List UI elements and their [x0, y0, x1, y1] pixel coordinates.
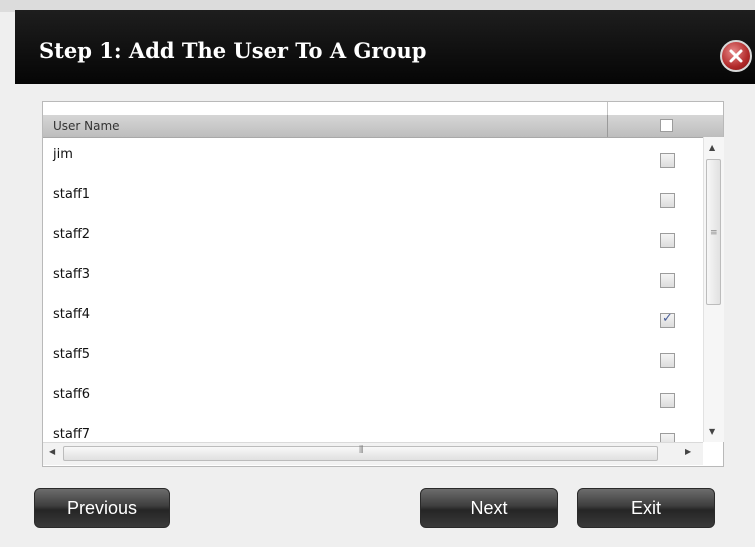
vertical-scrollbar[interactable]: ▲ ≡ ▼ [703, 137, 724, 442]
table-row[interactable]: staff3 [43, 267, 698, 307]
table-row[interactable]: jim [43, 147, 698, 187]
grip-icon: ≡ [710, 228, 718, 238]
title-bar: Step 1: Add The User To A Group [15, 10, 755, 84]
horizontal-scroll-thumb[interactable]: ⦀ [63, 445, 658, 461]
table-header: User Name [43, 115, 723, 138]
row-checkbox[interactable] [660, 233, 675, 248]
table-row[interactable]: staff6 [43, 387, 698, 427]
user-name-cell: staff4 [53, 307, 91, 322]
grip-icon: ⦀ [359, 445, 364, 456]
add-user-to-group-dialog: Step 1: Add The User To A Group User Nam… [0, 0, 755, 547]
exit-button[interactable]: Exit [577, 488, 715, 528]
dialog-title: Step 1: Add The User To A Group [39, 38, 427, 63]
arrow-up-icon[interactable]: ▲ [709, 143, 715, 152]
user-name-cell: staff2 [53, 227, 91, 242]
table-row[interactable]: staff4 [43, 307, 698, 347]
user-name-cell: staff6 [53, 387, 91, 402]
user-name-cell: staff1 [53, 187, 91, 202]
table-row[interactable]: staff1 [43, 187, 698, 227]
user-name-cell: staff3 [53, 267, 91, 282]
arrow-left-icon[interactable]: ◀ [49, 447, 55, 456]
vertical-scroll-thumb[interactable]: ≡ [706, 159, 721, 305]
row-checkbox[interactable] [660, 311, 675, 328]
table-row[interactable]: staff2 [43, 227, 698, 267]
user-list: User Name jim staff1 staff2 staff3 staff4 sta… [42, 101, 724, 467]
column-header-user-name[interactable]: User Name [53, 119, 120, 133]
row-checkbox[interactable] [660, 193, 675, 208]
row-checkbox[interactable] [660, 393, 675, 408]
close-icon [729, 49, 743, 63]
user-name-cell: staff7 [53, 427, 91, 442]
close-button[interactable] [720, 40, 752, 72]
header-divider [607, 115, 608, 137]
arrow-right-icon[interactable]: ▶ [685, 447, 691, 456]
user-name-cell: staff5 [53, 347, 91, 362]
horizontal-scrollbar[interactable]: ◀ ⦀ ▶ [43, 442, 703, 465]
table-row[interactable]: staff5 [43, 347, 698, 387]
next-button[interactable]: Next [420, 488, 558, 528]
arrow-down-icon[interactable]: ▼ [709, 427, 715, 436]
select-all-checkbox[interactable] [660, 119, 673, 132]
user-name-cell: jim [53, 147, 73, 162]
row-checkbox[interactable] [660, 353, 675, 368]
row-checkbox[interactable] [660, 273, 675, 288]
previous-button[interactable]: Previous [34, 488, 170, 528]
row-checkbox[interactable] [660, 153, 675, 168]
